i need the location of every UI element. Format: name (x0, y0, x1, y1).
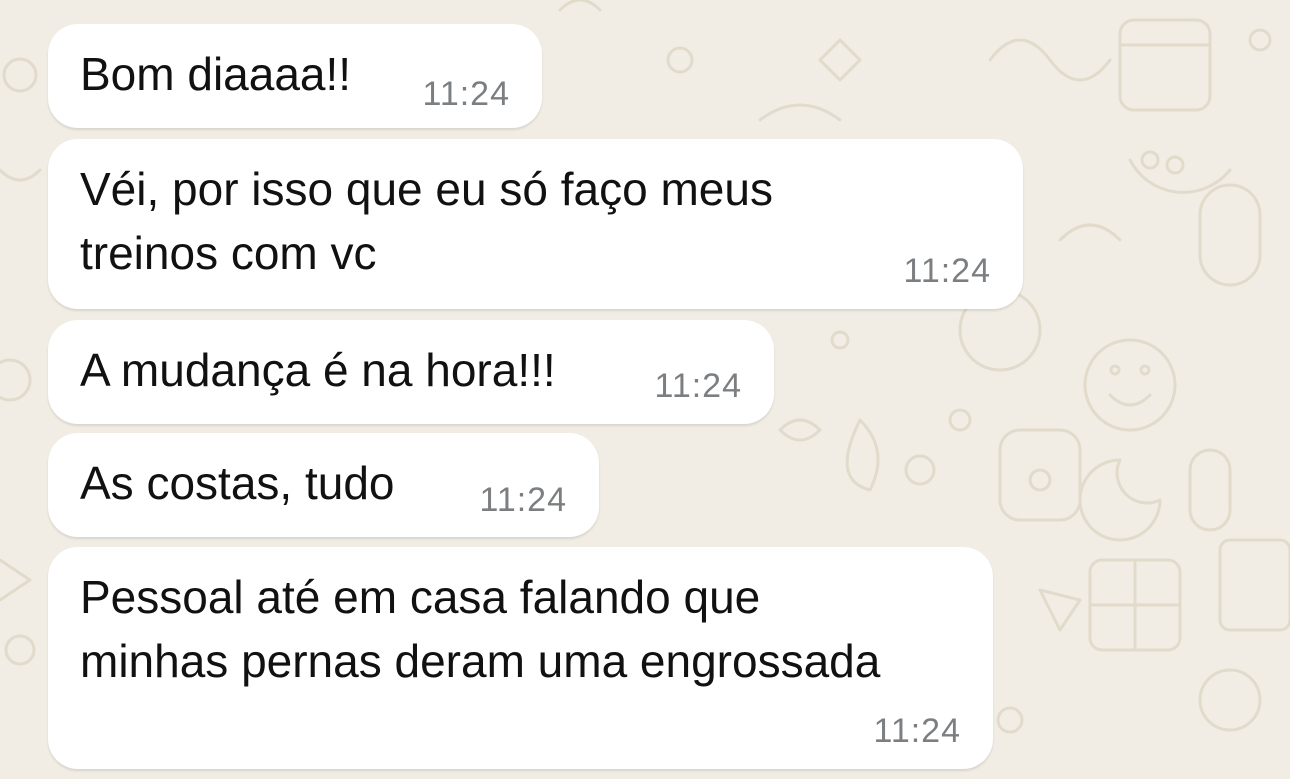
message-bubble[interactable]: Véi, por isso que eu só faço meus treino… (48, 139, 1023, 309)
message-text: Bom diaaaa!! (80, 48, 352, 100)
message-text: Pessoal até em casa falando que minhas p… (80, 571, 881, 687)
message-text: A mudança é na hora!!! (80, 344, 556, 396)
message-bubble[interactable]: As costas, tudo 11:24 (48, 433, 599, 537)
message-text: Véi, por isso que eu só faço meus treino… (80, 163, 773, 279)
message-timestamp: 11:24 (422, 75, 510, 113)
message-text: As costas, tudo (80, 457, 395, 509)
message-timestamp: 11:24 (479, 481, 567, 519)
message-timestamp: 11:24 (873, 712, 961, 750)
message-timestamp: 11:24 (903, 252, 991, 290)
message-timestamp: 11:24 (654, 367, 742, 405)
message-bubble[interactable]: A mudança é na hora!!! 11:24 (48, 320, 774, 424)
message-bubble[interactable]: Pessoal até em casa falando que minhas p… (48, 547, 993, 769)
message-bubble[interactable]: Bom diaaaa!! 11:24 (48, 24, 542, 128)
